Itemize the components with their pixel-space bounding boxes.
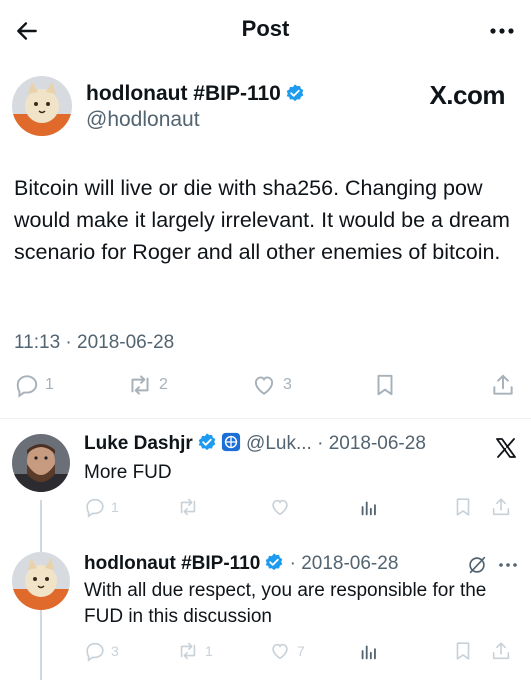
bookmark-icon [456,498,470,516]
reply-avatar[interactable] [12,552,70,610]
verified-badge-icon [266,553,283,571]
reply-date: · 2018-06-28 [317,433,426,454]
repost-action[interactable] [176,496,200,518]
post-timestamp[interactable]: 11:13 · 2018-06-28 [14,332,174,354]
share-icon [492,498,510,516]
reply-author-name[interactable]: Luke Dashjr [84,433,193,454]
reply-text: With all due respect, you are responsibl… [84,580,487,627]
reply-action[interactable]: 3 [84,640,119,662]
like-action[interactable]: 3 [250,372,292,398]
reply-actions: 1 [0,496,531,524]
reply-header: Luke Dashjr @Luk... · 2018-06-28 [84,432,426,455]
views-action[interactable] [358,496,380,518]
post-text: Bitcoin will live or die with sha256. Ch… [14,176,510,264]
like-count: 3 [283,376,292,393]
share-action[interactable] [490,372,516,398]
repost-icon [180,642,196,660]
repost-action[interactable]: 2 [126,372,168,398]
reply-icon [86,498,104,518]
reply-date: · 2018-06-28 [289,553,399,574]
divider [0,418,531,419]
source-brand: X.com [429,80,505,111]
source-brand-label: X.com [429,80,505,110]
verified-badge-icon [198,433,216,451]
reply-icon [86,642,104,662]
share-icon [493,374,513,395]
like-count: 7 [297,643,305,659]
reply-actions: 3 1 7 [0,640,531,668]
x-logo-icon[interactable] [494,436,518,460]
bookmark-icon [456,642,470,660]
like-action[interactable]: 7 [268,640,305,662]
reply-text: More FUD [84,462,172,483]
like-action[interactable] [268,496,292,518]
reply-count: 1 [45,376,54,393]
reply-count: 3 [111,643,119,659]
reply-count: 1 [111,499,119,515]
more-icon[interactable] [487,18,517,44]
repost-count: 2 [159,376,168,393]
reply-action[interactable]: 1 [14,372,54,398]
repost-icon [131,375,149,395]
like-icon [272,499,288,516]
top-bar: Post [0,0,531,62]
reply-handle[interactable]: @Luk... [246,433,312,454]
views-action[interactable] [358,640,380,662]
reply-action[interactable]: 1 [84,496,119,518]
reply-icon [16,375,38,398]
like-icon [272,643,288,660]
page-title: Post [241,16,290,41]
more-icon[interactable] [496,554,520,576]
repost-action[interactable]: 1 [176,640,213,662]
views-icon [361,501,376,516]
views-icon [361,645,376,660]
reply-author-name[interactable]: hodlonaut #BIP-110 [84,553,260,574]
grok-icon[interactable] [466,554,488,576]
bookmark-action[interactable] [452,496,474,518]
avatar-image [12,76,72,136]
reply-header: hodlonaut #BIP-110 · 2018-06-28 [84,552,398,575]
author-line: hodlonaut #BIP-110 [86,82,305,106]
bookmark-icon [377,374,393,396]
bookmark-action[interactable] [452,640,474,662]
bookmark-action[interactable] [372,372,398,398]
repost-count: 1 [205,643,213,659]
share-icon [492,642,510,660]
like-icon [254,376,274,395]
author-handle[interactable]: @hodlonaut [86,108,200,132]
org-badge-icon [221,432,240,452]
avatar-image [12,434,70,492]
author-name[interactable]: hodlonaut #BIP-110 [86,82,281,105]
author-avatar[interactable] [12,76,72,136]
share-action[interactable] [490,496,512,518]
repost-icon [180,498,196,516]
avatar-image [12,552,70,610]
verified-badge-icon [286,84,304,102]
reply-avatar[interactable] [12,434,70,492]
share-action[interactable] [490,640,512,662]
post-actions: 1 2 3 [0,372,531,400]
